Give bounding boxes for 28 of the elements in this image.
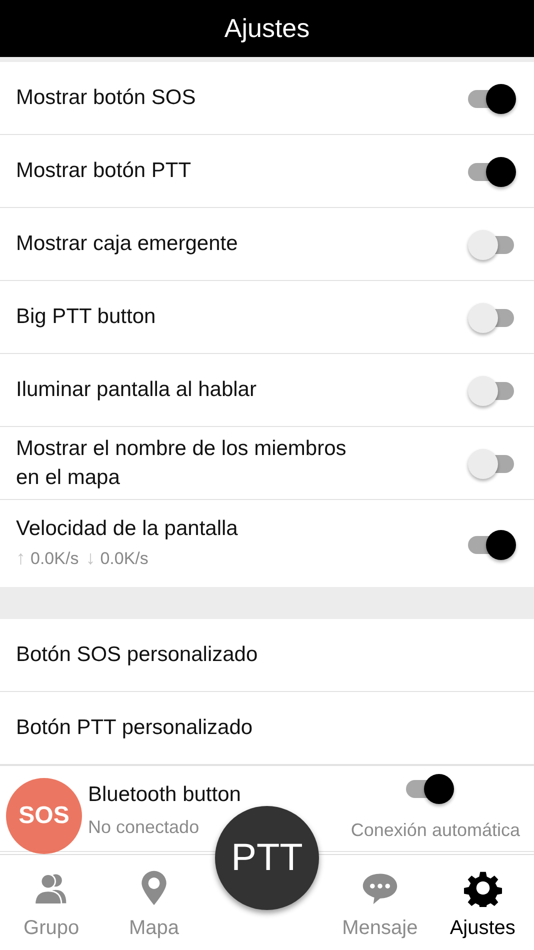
nav-tab[interactable]: Ajustes bbox=[431, 855, 534, 950]
option-label: Conexión automática bbox=[350, 820, 520, 841]
toggle-switch[interactable] bbox=[468, 155, 516, 187]
toggle-switch[interactable] bbox=[468, 301, 516, 333]
toggle-switch[interactable] bbox=[468, 82, 516, 114]
setting-label: Velocidad de la pantalla bbox=[16, 516, 239, 542]
setting-label[interactable]: Botón SOS personalizado bbox=[16, 643, 258, 667]
status-text: No conectado bbox=[88, 816, 200, 840]
speed-arrow: ↓ bbox=[86, 546, 96, 571]
toggle-switch[interactable] bbox=[468, 528, 516, 560]
speed-value: 0.0K/s bbox=[30, 548, 79, 570]
setting-label[interactable]: Botón PTT personalizado bbox=[16, 716, 253, 740]
toggle-switch[interactable] bbox=[406, 772, 454, 804]
setting-label: Mostrar botón PTT bbox=[16, 158, 192, 184]
setting-label: Iluminar pantalla al hablar bbox=[16, 377, 258, 404]
setting-label: Mostrar caja emergente bbox=[16, 231, 239, 258]
screen-title: Ajustes bbox=[224, 13, 310, 44]
setting-label: Bluetooth button bbox=[88, 782, 242, 808]
setting-label: Mostrar el nombre de los miembros en el mapa bbox=[16, 436, 348, 491]
speed-arrow: ↑ bbox=[16, 546, 26, 571]
toggle-switch[interactable] bbox=[468, 447, 516, 479]
toggle-switch[interactable] bbox=[468, 374, 516, 406]
setting-label: Mostrar botón SOS bbox=[16, 85, 197, 112]
ptt-button[interactable]: PTT bbox=[215, 806, 319, 910]
setting-label: Big PTT button bbox=[16, 304, 157, 330]
settings-icon bbox=[464, 869, 502, 907]
toggle-switch[interactable] bbox=[468, 228, 516, 260]
speed-value: 0.0K/s bbox=[100, 548, 148, 570]
